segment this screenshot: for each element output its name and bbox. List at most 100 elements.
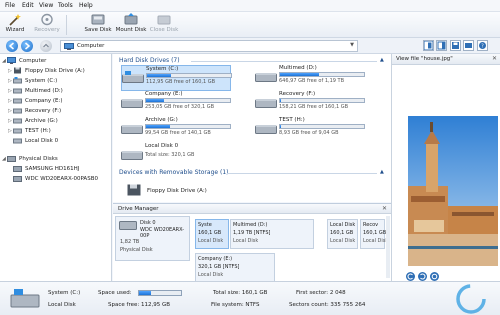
mount-disk-button[interactable]: Mount Disk: [116, 13, 146, 37]
menu-help[interactable]: Help: [79, 2, 93, 9]
tree-item-computer[interactable]: ◢ Computer: [2, 57, 46, 64]
close-icon[interactable]: ✕: [492, 55, 497, 62]
physical-disk-entry[interactable]: Disk 0 WDC WD20EARX-00P 1,82 TB Physical…: [115, 216, 190, 261]
section-divider: [227, 173, 377, 174]
help-button[interactable]: ?: [477, 40, 488, 51]
collapse-icon[interactable]: ▲: [380, 57, 384, 63]
save-disk-button[interactable]: Save Disk: [84, 13, 112, 37]
address-bar[interactable]: Computer ▼: [60, 40, 358, 52]
drive-tile[interactable]: Recovery (F:) 158,21 GB free of 160,1 GB: [255, 91, 365, 117]
tree-label: SAMSUNG HD161HJ: [25, 165, 80, 172]
view-panel-right-button[interactable]: [436, 40, 447, 51]
svg-text:?: ?: [481, 44, 484, 50]
tree-item-test[interactable]: ▷ TEST (H:): [8, 127, 51, 134]
close-disk-button[interactable]: Close Disk: [150, 13, 178, 37]
partition-recovery[interactable]: Recov 160,1 GB Local Disk: [360, 219, 388, 249]
drive-tile[interactable]: System (C:) 112,95 GB free of 160,1 GB: [121, 65, 232, 91]
tree-item-local-disk-0[interactable]: Local Disk 0: [8, 137, 58, 144]
disk-model: WDC WD20EARX-00P: [140, 227, 185, 239]
removable-storage-header[interactable]: Devices with Removable Storage (1): [119, 169, 228, 176]
drive-total: Total size: 320,1 GB: [145, 152, 195, 158]
tree-item-archive[interactable]: ▷ Archive (G:): [8, 117, 58, 124]
tree-item-floppy[interactable]: ▷ Floppy Disk Drive (A:): [8, 67, 85, 74]
tree-item-company[interactable]: ▷ Company (E:): [8, 97, 63, 104]
drive-usage-fill: [147, 74, 172, 77]
menu-file[interactable]: File: [5, 2, 15, 9]
hard-disk-icon: [13, 166, 22, 172]
menu-tools[interactable]: Tools: [58, 2, 73, 9]
menu-view[interactable]: View: [39, 2, 53, 9]
system-drive-icon: [13, 77, 22, 84]
preview-header: View file "house.jpg" ✕: [392, 54, 500, 65]
tree-label: Computer: [19, 57, 47, 64]
partition-type: Local Disk: [330, 238, 356, 244]
help-icon: ?: [479, 42, 486, 50]
collapse-icon[interactable]: ▲: [380, 169, 384, 175]
folder-tree: ◢ Computer ▷ Floppy Disk Drive (A:) ▷ Sy…: [0, 54, 112, 281]
mount-disk-icon: [124, 13, 138, 25]
section-divider: [191, 61, 377, 62]
partition-name: Syste: [198, 222, 212, 228]
tree-label: Archive (G:): [25, 117, 58, 124]
tree-item-samsung[interactable]: SAMSUNG HD161HJ: [13, 165, 79, 172]
tree-item-system[interactable]: ▷ System (C:): [8, 77, 57, 84]
computer-icon: [64, 43, 74, 50]
forward-button[interactable]: [21, 40, 33, 52]
close-icon[interactable]: ✕: [382, 205, 387, 212]
recovery-label: Recovery: [34, 27, 60, 33]
toolbar: Wizard Recovery Save Disk Mount Disk Clo…: [0, 12, 500, 38]
hard-disk-drives-header[interactable]: Hard Disk Drives (7): [119, 57, 180, 64]
menu-bar: File Edit View Tools Help: [0, 0, 500, 12]
drive-name: Floppy Disk Drive (A:): [147, 188, 207, 194]
drive-name: Local Disk 0: [145, 143, 179, 149]
menu-edit[interactable]: Edit: [22, 2, 34, 9]
hard-drive-icon: [13, 98, 22, 104]
save-disk-label: Save Disk: [84, 27, 112, 33]
address-dropdown-icon[interactable]: ▼: [350, 42, 354, 48]
tree-item-multimed[interactable]: ▷ Multimed (D:): [8, 87, 63, 94]
refresh-icon: [431, 273, 438, 280]
rotate-right-button[interactable]: [418, 272, 427, 281]
options-button[interactable]: [463, 40, 474, 51]
tree-item-physical-disks[interactable]: ◢ Physical Disks: [2, 155, 58, 162]
partition-name: Company (E:): [198, 256, 233, 262]
drive-usage-bar: [145, 124, 231, 129]
wizard-icon: [9, 14, 21, 26]
drive-manager-scrollbar[interactable]: [386, 216, 390, 278]
drive-name: Multimed (D:): [279, 65, 317, 71]
tree-item-wdc[interactable]: WDC WD20EARX-00PASB0: [13, 175, 98, 182]
back-button[interactable]: [6, 40, 18, 52]
recovery-button[interactable]: Recovery: [34, 13, 60, 37]
drive-usage-fill: [146, 125, 171, 128]
hard-drive-icon: [13, 118, 22, 124]
tree-label: Local Disk 0: [25, 137, 59, 144]
save-view-button[interactable]: [450, 40, 461, 51]
system-drive-icon: [122, 71, 144, 83]
drive-tile[interactable]: Archive (G:) 99,54 GB free of 140,1 GB: [121, 117, 231, 143]
refresh-button[interactable]: [430, 272, 439, 281]
wizard-button[interactable]: Wizard: [4, 13, 26, 37]
partition-company[interactable]: Company (E:) 320,1 GB [NTFS] Local Disk: [195, 253, 275, 283]
drive-free-space: 253,05 GB free of 320,1 GB: [145, 104, 215, 110]
tree-label: Floppy Disk Drive (A:): [25, 67, 85, 74]
partition-name: Multimed (D:): [233, 222, 268, 228]
partition-multimed[interactable]: Multimed (D:) 1,19 TB [NTFS] Local Disk: [230, 219, 314, 249]
section-title: Devices with Removable Storage (1): [119, 169, 229, 176]
view-panel-left-button[interactable]: [423, 40, 434, 51]
arrow-right-icon: [25, 42, 31, 50]
drive-tile[interactable]: Company (E:) 253,05 GB free of 320,1 GB: [121, 91, 231, 117]
drive-tile[interactable]: Local Disk 0 Total size: 320,1 GB: [121, 143, 231, 169]
rotate-left-button[interactable]: [406, 272, 415, 281]
tree-item-recovery[interactable]: ▷ Recovery (F:): [8, 107, 61, 114]
partition-size: 1,19 TB [NTFS]: [233, 230, 271, 236]
drive-usage-fill: [280, 73, 320, 76]
drive-tile[interactable]: Multimed (D:) 646,97 GB free of 1,19 TB: [255, 65, 365, 91]
space-used-bar: [138, 290, 182, 296]
tree-label: Multimed (D:): [25, 87, 63, 94]
hard-drive-icon: [13, 88, 22, 94]
preview-panel: View file "house.jpg" ✕: [391, 54, 500, 281]
drive-tile[interactable]: TEST (H:) 8,93 GB free of 9,04 GB: [255, 117, 365, 143]
partition-system[interactable]: Syste 160,1 GB Local Disk: [195, 219, 229, 249]
up-button[interactable]: [40, 40, 52, 52]
partition-local-disk[interactable]: Local Disk 160,1 GB Local Disk: [327, 219, 358, 249]
